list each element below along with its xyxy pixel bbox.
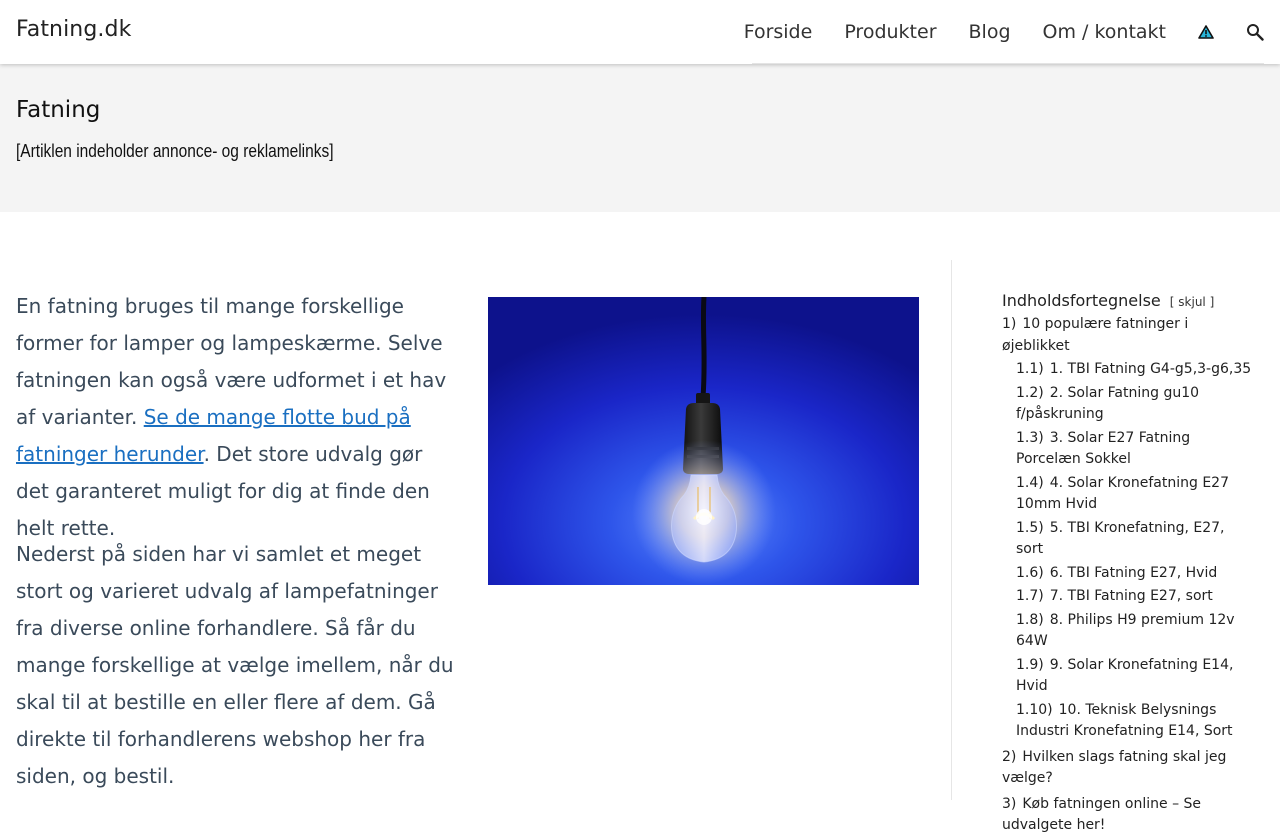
- toc-link[interactable]: 2) Hvilken slags fatning skal jeg vælge?: [1002, 749, 1226, 787]
- toc-label: 10 populære fatninger i øjeblikket: [1002, 316, 1189, 354]
- toc-item[interactable]: 1.7) 7. TBI Fatning E27, sort: [1002, 586, 1252, 608]
- page-title: Fatning: [16, 97, 101, 123]
- toc-link[interactable]: 3) Køb fatningen online – Se udvalgete he…: [1002, 796, 1201, 834]
- toc-item[interactable]: 1.4) 4. Solar Kronefatning E27 10mm Hvid: [1002, 473, 1252, 516]
- toc-number: 1.5): [1016, 519, 1044, 536]
- toc-item[interactable]: 1) 10 populære fatninger i øjeblikket: [1002, 314, 1252, 357]
- second-paragraph: Nederst på siden har vi samlet et meget …: [16, 542, 454, 788]
- toc-label: 6. TBI Fatning E27, Hvid: [1049, 564, 1218, 581]
- toc-item[interactable]: 2) Hvilken slags fatning skal jeg vælge?: [1002, 747, 1252, 790]
- toc-link[interactable]: 1.6) 6. TBI Fatning E27, Hvid: [1016, 565, 1217, 581]
- toc-header: Indholdsfortegnelse [ skjul ]: [1002, 291, 1252, 310]
- toc-item[interactable]: 1.8) 8. Philips H9 premium 12v 64W: [1002, 610, 1252, 653]
- nav-item-forside[interactable]: Forside: [744, 0, 813, 64]
- toc-number: 1.2): [1016, 384, 1044, 401]
- toc-number: 1.9): [1016, 656, 1044, 673]
- toc-number: 1.3): [1016, 429, 1044, 446]
- toc-item[interactable]: 1.6) 6. TBI Fatning E27, Hvid: [1002, 563, 1252, 585]
- table-of-contents: Indholdsfortegnelse [ skjul ] 1) 10 popul…: [1002, 291, 1252, 837]
- ad-disclaimer: [Artiklen indeholder annonce- og reklame…: [16, 141, 334, 161]
- toc-link[interactable]: 1.1) 1. TBI Fatning G4-g5,3-g6,35: [1016, 361, 1251, 377]
- toc-item[interactable]: 1.10) 10. Teknisk Belysnings Industri Kro…: [1002, 700, 1252, 743]
- toc-link[interactable]: 1.3) 3. Solar E27 Fatning Porcelæn Sokkel: [1016, 430, 1190, 468]
- toc-toggle-bracket-open: [: [1169, 295, 1175, 309]
- toc-number: 1.8): [1016, 611, 1044, 628]
- nav-underline: [752, 63, 1264, 64]
- toc-number: 1.4): [1016, 474, 1044, 491]
- toc-item[interactable]: 1.1) 1. TBI Fatning G4-g5,3-g6,35: [1002, 359, 1252, 381]
- warning-triangle-icon[interactable]: [1198, 0, 1214, 64]
- toc-number: 1): [1002, 316, 1017, 332]
- toc-item[interactable]: 1.2) 2. Solar Fatning gu10 f/påskruning: [1002, 383, 1252, 426]
- toc-toggle-bracket-close: ]: [1209, 295, 1215, 309]
- toc-label: 9. Solar Kronefatning E14, Hvid: [1016, 656, 1234, 695]
- toc-item[interactable]: 1.9) 9. Solar Kronefatning E14, Hvid: [1002, 655, 1252, 698]
- toc-link[interactable]: 1.7) 7. TBI Fatning E27, sort: [1016, 588, 1213, 604]
- toc-item[interactable]: 1.5) 5. TBI Kronefatning, E27, sort: [1002, 518, 1252, 561]
- toc-label: 1. TBI Fatning G4-g5,3-g6,35: [1049, 361, 1252, 377]
- site-title-link[interactable]: Fatning.dk: [16, 17, 131, 42]
- light-bulb-image: [488, 297, 919, 585]
- title-band: Fatning [Artiklen indeholder annonce- og…: [0, 64, 1280, 212]
- toc-label: 5. TBI Kronefatning, E27, sort: [1016, 519, 1225, 558]
- toc-link[interactable]: 1.2) 2. Solar Fatning gu10 f/påskruning: [1016, 385, 1199, 423]
- toc-link[interactable]: 1.5) 5. TBI Kronefatning, E27, sort: [1016, 520, 1225, 558]
- toc-toggle: [ skjul ]: [1170, 295, 1215, 309]
- toc-number: 1.7): [1016, 588, 1044, 604]
- toc-number: 1.1): [1016, 361, 1044, 377]
- toc-link[interactable]: 1.10) 10. Teknisk Belysnings Industri Kro…: [1016, 702, 1233, 740]
- toc-label: 4. Solar Kronefatning E27 10mm Hvid: [1016, 474, 1229, 513]
- toc-item[interactable]: 1.3) 3. Solar E27 Fatning Porcelæn Sokkel: [1002, 428, 1252, 471]
- site-header: Fatning.dk Forside Produkter Blog Om / k…: [0, 0, 1280, 64]
- toc-label: 7. TBI Fatning E27, sort: [1049, 588, 1213, 604]
- intro-paragraph: En fatning bruges til mange forskellige …: [16, 288, 456, 547]
- toc-link[interactable]: 1.9) 9. Solar Kronefatning E14, Hvid: [1016, 657, 1233, 695]
- toc-number: 3): [1002, 795, 1017, 812]
- toc-hide-link[interactable]: skjul: [1178, 295, 1205, 309]
- toc-link[interactable]: 1.4) 4. Solar Kronefatning E27 10mm Hvid: [1016, 475, 1229, 513]
- search-icon[interactable]: [1246, 0, 1264, 64]
- toc-number: 1.6): [1016, 564, 1044, 581]
- toc-title: Indholdsfortegnelse: [1002, 291, 1161, 310]
- toc-label: 8. Philips H9 premium 12v 64W: [1016, 611, 1235, 650]
- toc-link[interactable]: 1.8) 8. Philips H9 premium 12v 64W: [1016, 612, 1235, 650]
- main-nav: Forside Produkter Blog Om / kontakt: [712, 0, 1264, 64]
- toc-number: 1.10): [1016, 701, 1053, 718]
- nav-item-produkter[interactable]: Produkter: [844, 0, 936, 64]
- nav-item-blog[interactable]: Blog: [969, 0, 1011, 64]
- toc-label: Køb fatningen online – Se udvalgete her!: [1002, 795, 1202, 834]
- toc-number: 2): [1002, 748, 1017, 765]
- nav-item-om-kontakt[interactable]: Om / kontakt: [1043, 0, 1166, 64]
- toc-label: Hvilken slags fatning skal jeg vælge?: [1002, 748, 1227, 787]
- toc-list: 1) 10 populære fatninger i øjeblikket 1.1…: [1002, 314, 1252, 837]
- toc-link[interactable]: 1) 10 populære fatninger i øjeblikket: [1002, 316, 1188, 354]
- sidebar-divider: [951, 260, 952, 800]
